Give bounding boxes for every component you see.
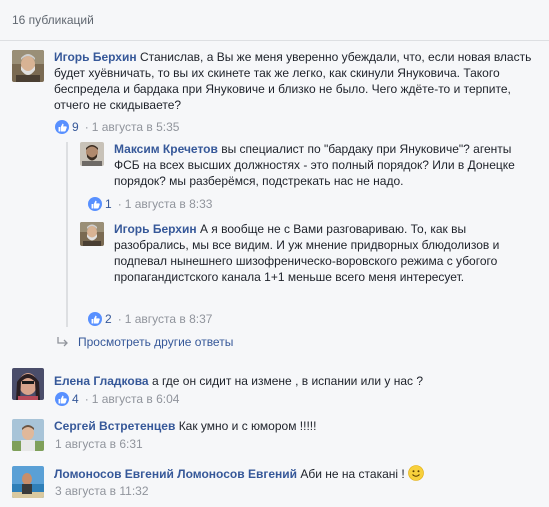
comment-author[interactable]: Сергей Встретенцев	[54, 419, 175, 433]
avatar[interactable]	[12, 50, 44, 82]
avatar[interactable]	[12, 368, 44, 400]
avatar[interactable]	[12, 419, 44, 451]
comment-author[interactable]: Игорь Берхин	[114, 222, 197, 236]
comment-date[interactable]: 1 августа в 5:35	[92, 120, 180, 134]
comment-author[interactable]: Максим Кречетов	[114, 142, 218, 156]
comment-text: Как умно и с юмором !!!!!	[178, 419, 317, 433]
reply-thread-line	[66, 142, 68, 327]
comment-meta: 1 августа в 6:31	[55, 436, 143, 452]
comment-body: Елена Гладкова а где он сидит на измене …	[54, 373, 534, 389]
like-count[interactable]: 4	[72, 392, 79, 406]
reply-arrow-icon	[57, 337, 68, 347]
smiley-icon	[408, 465, 424, 481]
comment-author[interactable]: Игорь Берхин	[54, 50, 137, 64]
divider	[0, 40, 549, 41]
comment-meta: 4 · 1 августа в 6:04	[55, 391, 179, 407]
comment-body: Сергей Встретенцев Как умно и с юмором !…	[54, 418, 534, 434]
comment-meta: 1 · 1 августа в 8:33	[88, 196, 212, 212]
comment-meta: 9 · 1 августа в 5:35	[55, 119, 179, 135]
thumbs-up-icon	[88, 197, 102, 211]
comment-body: Ломоносов Евгений Ломоносов Евгений Аби …	[54, 465, 534, 482]
comment-body: Максим Кречетов вы специалист по "бардак…	[114, 141, 534, 189]
comment-date[interactable]: 1 августа в 6:31	[55, 437, 143, 451]
thumbs-up-icon	[55, 392, 69, 406]
thumbs-up-icon	[55, 120, 69, 134]
more-replies-label[interactable]: Просмотреть другие ответы	[78, 335, 233, 349]
comment-body: Игорь Берхин Станислав, а Вы же меня уве…	[54, 49, 534, 113]
avatar[interactable]	[80, 142, 104, 166]
thumbs-up-icon	[88, 312, 102, 326]
comment-date[interactable]: 3 августа в 11:32	[55, 484, 149, 498]
like-count[interactable]: 1	[105, 197, 112, 211]
more-replies-link[interactable]: Просмотреть другие ответы	[56, 335, 233, 349]
comment-meta: 3 августа в 11:32	[55, 483, 149, 499]
comment-body: Игорь Берхин А я вообще не с Вами разгов…	[114, 221, 534, 285]
comment-date[interactable]: 1 августа в 8:37	[125, 312, 213, 326]
comment-text: Аби не на стакані !	[300, 467, 405, 481]
like-count[interactable]: 9	[72, 120, 79, 134]
comment-text: а где он сидит на измене , в испании или…	[151, 374, 424, 388]
avatar[interactable]	[12, 466, 44, 498]
like-count[interactable]: 2	[105, 312, 112, 326]
comment-meta: 2 · 1 августа в 8:37	[88, 311, 212, 327]
comment-author[interactable]: Ломоносов Евгений Ломоносов Евгений	[54, 467, 297, 481]
comment-date[interactable]: 1 августа в 8:33	[125, 197, 213, 211]
avatar[interactable]	[80, 222, 104, 246]
comment-date[interactable]: 1 августа в 6:04	[92, 392, 180, 406]
publication-count[interactable]: 16 публикаций	[12, 13, 94, 27]
comment-author[interactable]: Елена Гладкова	[54, 374, 149, 388]
